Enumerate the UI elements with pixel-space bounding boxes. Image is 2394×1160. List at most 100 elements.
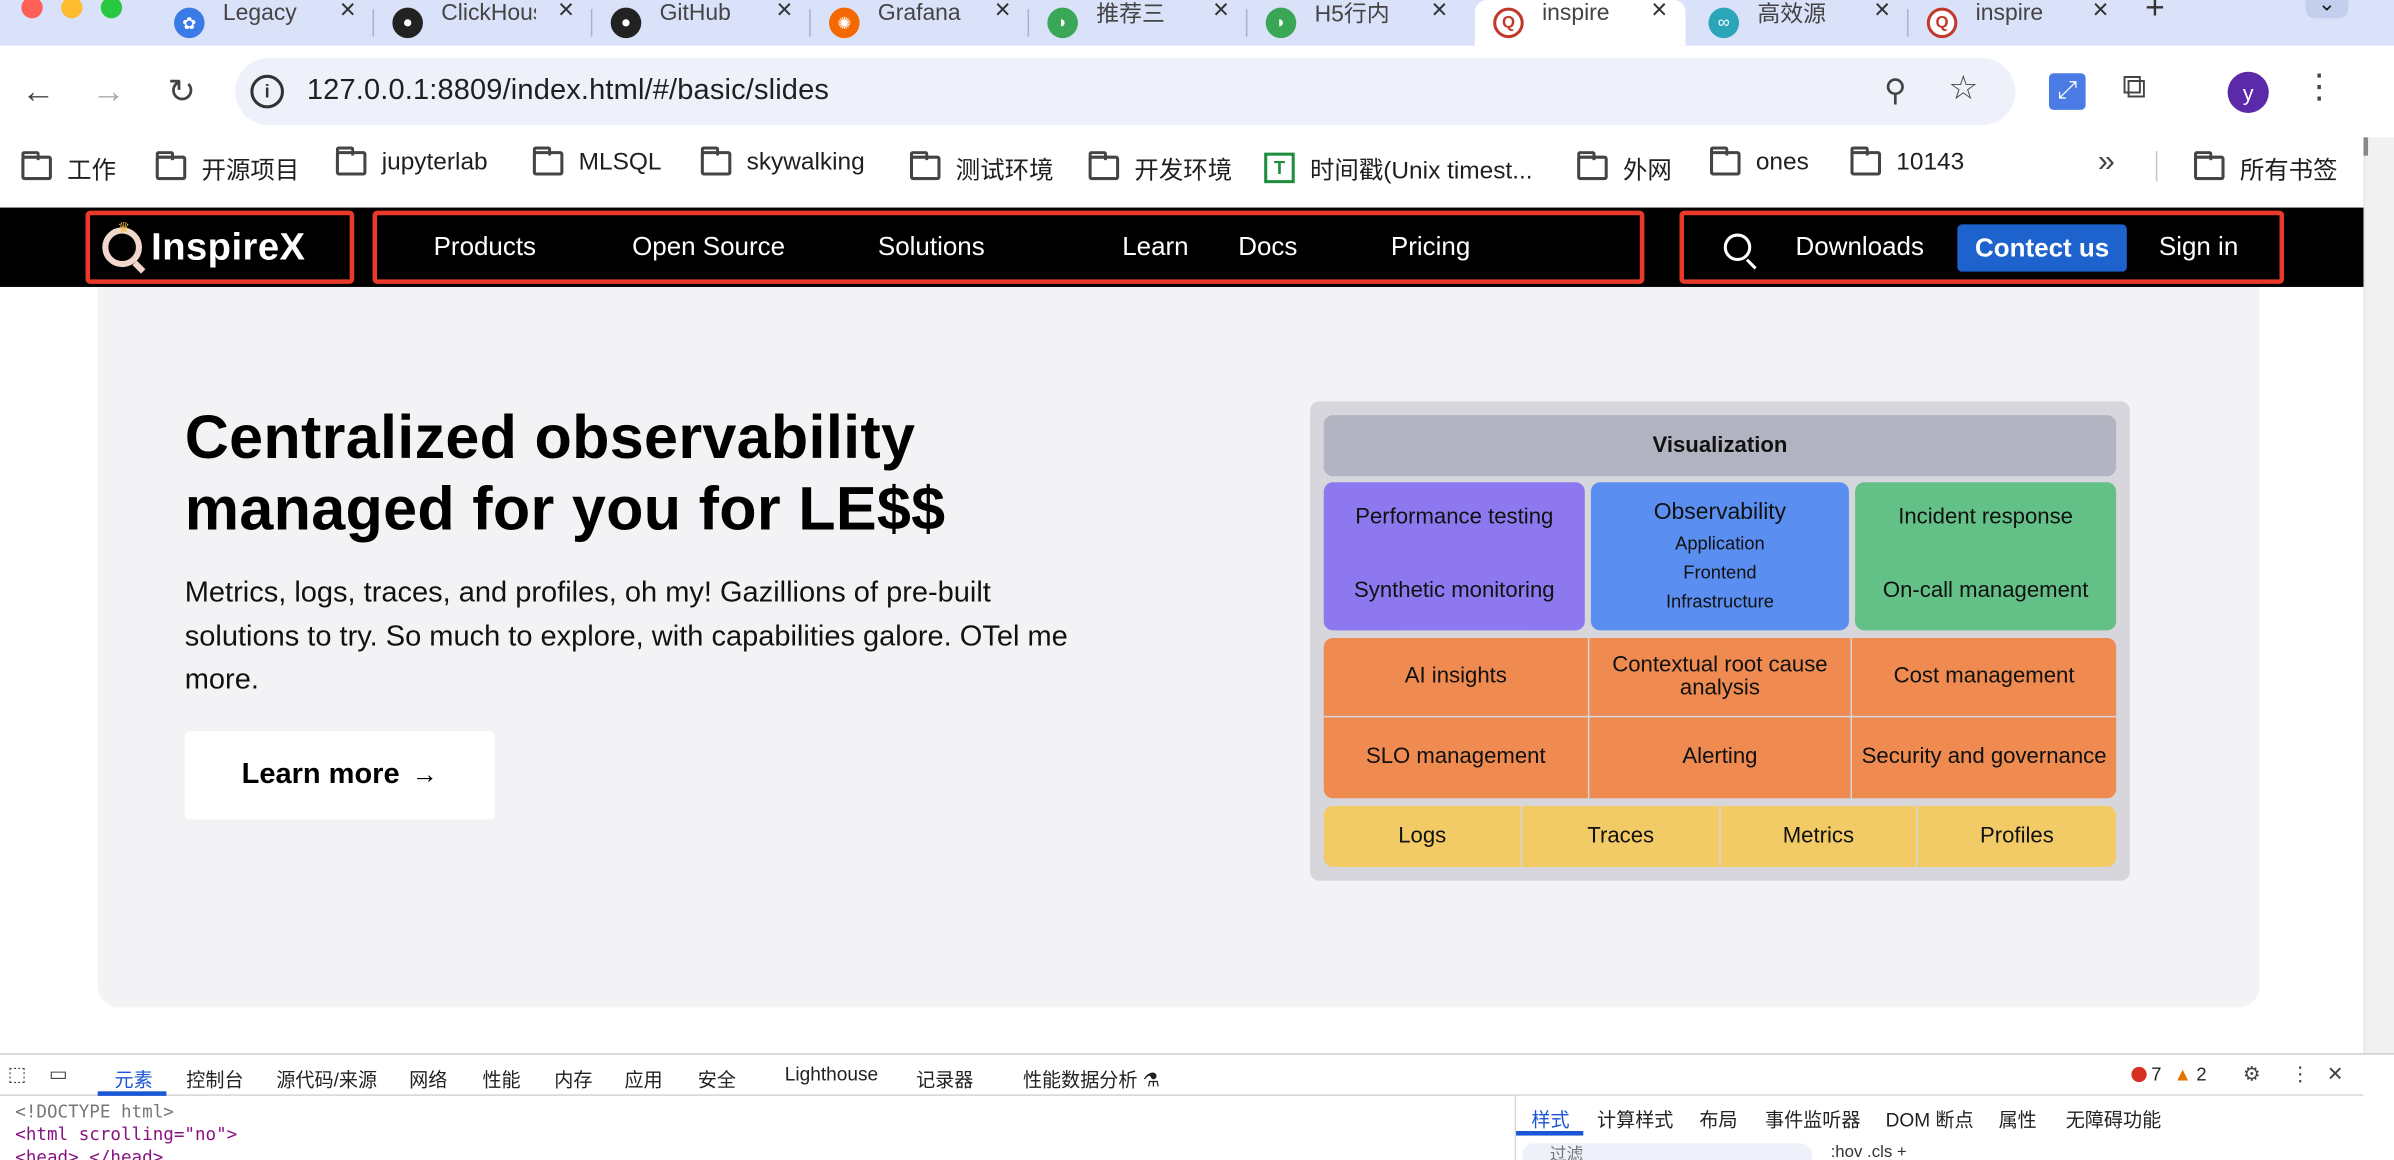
address-bar[interactable]: i 127.0.0.1:8809/index.html/#/basic/slid… xyxy=(235,57,2016,126)
dom-breakpoints-tab[interactable]: DOM 断点 xyxy=(1886,1104,1974,1133)
dom-head-line[interactable]: <head>…</head> xyxy=(15,1146,237,1160)
brand-logo[interactable]: ♛ InspireX xyxy=(85,210,355,284)
close-tab-icon[interactable]: × xyxy=(340,0,356,26)
styles-filter-input[interactable] xyxy=(1522,1143,1813,1160)
inspirex-icon: Q xyxy=(1493,7,1524,39)
close-tab-icon[interactable]: × xyxy=(1431,0,1447,26)
devtools-tab-sources[interactable]: 源代码/来源 xyxy=(276,1064,377,1093)
extensions-puzzle-icon[interactable]: ⧉ xyxy=(2122,67,2146,107)
bookmark-folder[interactable]: 开源项目 xyxy=(155,150,299,187)
nav-learn[interactable]: Learn xyxy=(1122,232,1188,263)
page-scrollbar[interactable] xyxy=(2363,137,2394,1054)
device-toolbar-icon[interactable]: ▭ xyxy=(49,1062,68,1086)
bookmark-folder[interactable]: MLSQL xyxy=(532,146,661,177)
devtools-tab-network[interactable]: 网络 xyxy=(409,1064,447,1093)
nav-pricing[interactable]: Pricing xyxy=(1391,232,1470,263)
bookmarks-bar: 工作 开源项目 jupyterlab MLSQL skywalking 测试环境… xyxy=(0,137,2394,193)
devtools-menu-icon[interactable]: ⋮ xyxy=(2290,1062,2310,1086)
browser-tab[interactable]: ● GitHub × xyxy=(592,0,811,46)
bookmark-link[interactable]: T 时间戳(Unix timest... xyxy=(1264,150,1533,187)
close-devtools-icon[interactable]: ✕ xyxy=(2327,1062,2344,1086)
browser-tab[interactable]: Q inspire × xyxy=(1909,0,2127,46)
downloads-link[interactable]: Downloads xyxy=(1796,232,1924,263)
devtools-tab-memory[interactable]: 内存 xyxy=(554,1064,592,1093)
close-tab-icon[interactable]: × xyxy=(1874,0,1890,26)
bookmark-folder[interactable]: skywalking xyxy=(700,146,865,177)
bookmark-folder[interactable]: 测试环境 xyxy=(909,150,1054,187)
browser-tab[interactable]: ◗ 推荐三 × xyxy=(1029,0,1248,46)
bookmark-star-icon[interactable]: ☆ xyxy=(1948,69,1978,109)
browser-menu-icon[interactable]: ⋮ xyxy=(2302,67,2336,107)
browser-tab[interactable]: ◗ H5行内 × xyxy=(1247,0,1465,46)
nav-products[interactable]: Products xyxy=(434,232,536,263)
profile-avatar[interactable]: y xyxy=(2227,71,2269,113)
browser-tab-active[interactable]: Q inspire × xyxy=(1474,0,1686,46)
extension-icon[interactable]: ⤢ xyxy=(2048,73,2086,110)
scrollbar-thumb[interactable] xyxy=(2363,137,2369,156)
computed-tab[interactable]: 计算样式 xyxy=(1597,1104,1673,1133)
new-tab-icon[interactable]: + xyxy=(2145,0,2165,27)
active-tab-indicator xyxy=(97,1091,167,1096)
close-tab-icon[interactable]: × xyxy=(1213,0,1229,26)
devtools-tab-lighthouse[interactable]: Lighthouse xyxy=(785,1064,878,1085)
browser-tab[interactable]: ✿ Legacy × xyxy=(156,0,375,46)
perf-insights-label: 性能数据分析 xyxy=(1022,1069,1138,1092)
all-bookmarks[interactable]: 所有书签 xyxy=(2194,150,2338,187)
forward-icon[interactable]: → xyxy=(86,69,132,115)
close-tab-icon[interactable]: × xyxy=(1651,0,1667,26)
devtools-tab-console[interactable]: 控制台 xyxy=(186,1064,243,1093)
bookmark-folder[interactable]: 工作 xyxy=(21,150,116,187)
devtools-tab-performance[interactable]: 性能 xyxy=(482,1064,520,1093)
close-tab-icon[interactable]: × xyxy=(558,0,574,26)
alerting-block: Alerting xyxy=(1589,717,1851,799)
nav-open-source[interactable]: Open Source xyxy=(632,232,785,263)
reload-icon[interactable]: ↻ xyxy=(159,69,205,115)
close-window-button[interactable] xyxy=(21,0,43,19)
search-icon[interactable] xyxy=(1723,233,1752,261)
bookmark-folder[interactable]: 开发环境 xyxy=(1088,150,1232,187)
properties-tab[interactable]: 属性 xyxy=(1999,1104,2037,1133)
styles-tab[interactable]: 样式 xyxy=(1531,1104,1569,1133)
maximize-window-button[interactable] xyxy=(100,0,123,19)
accessibility-tab[interactable]: 无障碍功能 xyxy=(2066,1104,2161,1133)
site-info-icon[interactable]: i xyxy=(250,74,284,109)
url-text[interactable]: 127.0.0.1:8809/index.html/#/basic/slides xyxy=(307,75,829,109)
bookmark-folder[interactable]: 10143 xyxy=(1850,146,1964,177)
event-listeners-tab[interactable]: 事件监听器 xyxy=(1765,1104,1860,1133)
browser-tab[interactable]: ∞ 高效源 × xyxy=(1690,0,1909,46)
browser-tab[interactable]: ● ClickHouse × xyxy=(374,0,593,46)
zoom-icon[interactable]: ⚲ xyxy=(1884,72,1906,110)
back-icon[interactable]: ← xyxy=(15,69,61,115)
bookmark-folder[interactable]: jupyterlab xyxy=(335,146,488,177)
tab-search-icon[interactable]: ⌄ xyxy=(2305,0,2349,19)
contact-us-button[interactable]: Contect us xyxy=(1957,224,2127,272)
nav-docs[interactable]: Docs xyxy=(1238,232,1297,263)
dom-tree[interactable]: <!DOCTYPE html> <html scrolling="no"> <hea… xyxy=(15,1100,237,1160)
devtools-tab-security[interactable]: 安全 xyxy=(698,1064,736,1093)
bookmark-folder[interactable]: 外网 xyxy=(1577,150,1672,187)
issue-counters[interactable]: 7 ▲ 2 xyxy=(2131,1064,2207,1085)
devtools-tab-perf-insights[interactable]: 性能数据分析 ⚗ xyxy=(1023,1064,1160,1093)
bookmarks-overflow-icon[interactable]: » xyxy=(2098,145,2115,180)
bookmark-folder[interactable]: ones xyxy=(1710,146,1809,177)
close-tab-icon[interactable]: × xyxy=(776,0,792,26)
devtools-tab-elements[interactable]: 元素 xyxy=(115,1064,153,1093)
dom-html-line[interactable]: <html scrolling="no"> xyxy=(15,1123,237,1146)
learn-more-button[interactable]: Learn more → xyxy=(184,731,495,820)
bookmark-label: ones xyxy=(1755,149,1809,176)
settings-gear-icon[interactable]: ⚙ xyxy=(2243,1062,2261,1086)
close-tab-icon[interactable]: × xyxy=(2092,0,2108,26)
sign-in-link[interactable]: Sign in xyxy=(2159,232,2238,263)
browser-tab[interactable]: ✺ Grafana × xyxy=(811,0,1030,46)
minimize-window-button[interactable] xyxy=(61,0,83,19)
traces-block: Traces xyxy=(1522,805,1720,867)
inspect-element-icon[interactable]: ⬚ xyxy=(8,1062,27,1086)
style-tools[interactable]: :hov .cls + xyxy=(1831,1143,1907,1160)
dom-doctype-line[interactable]: <!DOCTYPE html> xyxy=(15,1100,237,1123)
nav-solutions[interactable]: Solutions xyxy=(878,232,985,263)
devtools-tab-application[interactable]: 应用 xyxy=(624,1064,662,1093)
layout-tab[interactable]: 布局 xyxy=(1699,1104,1737,1133)
folder-icon xyxy=(532,146,564,176)
devtools-tab-recorder[interactable]: 记录器 xyxy=(916,1064,973,1093)
close-tab-icon[interactable]: × xyxy=(995,0,1011,26)
